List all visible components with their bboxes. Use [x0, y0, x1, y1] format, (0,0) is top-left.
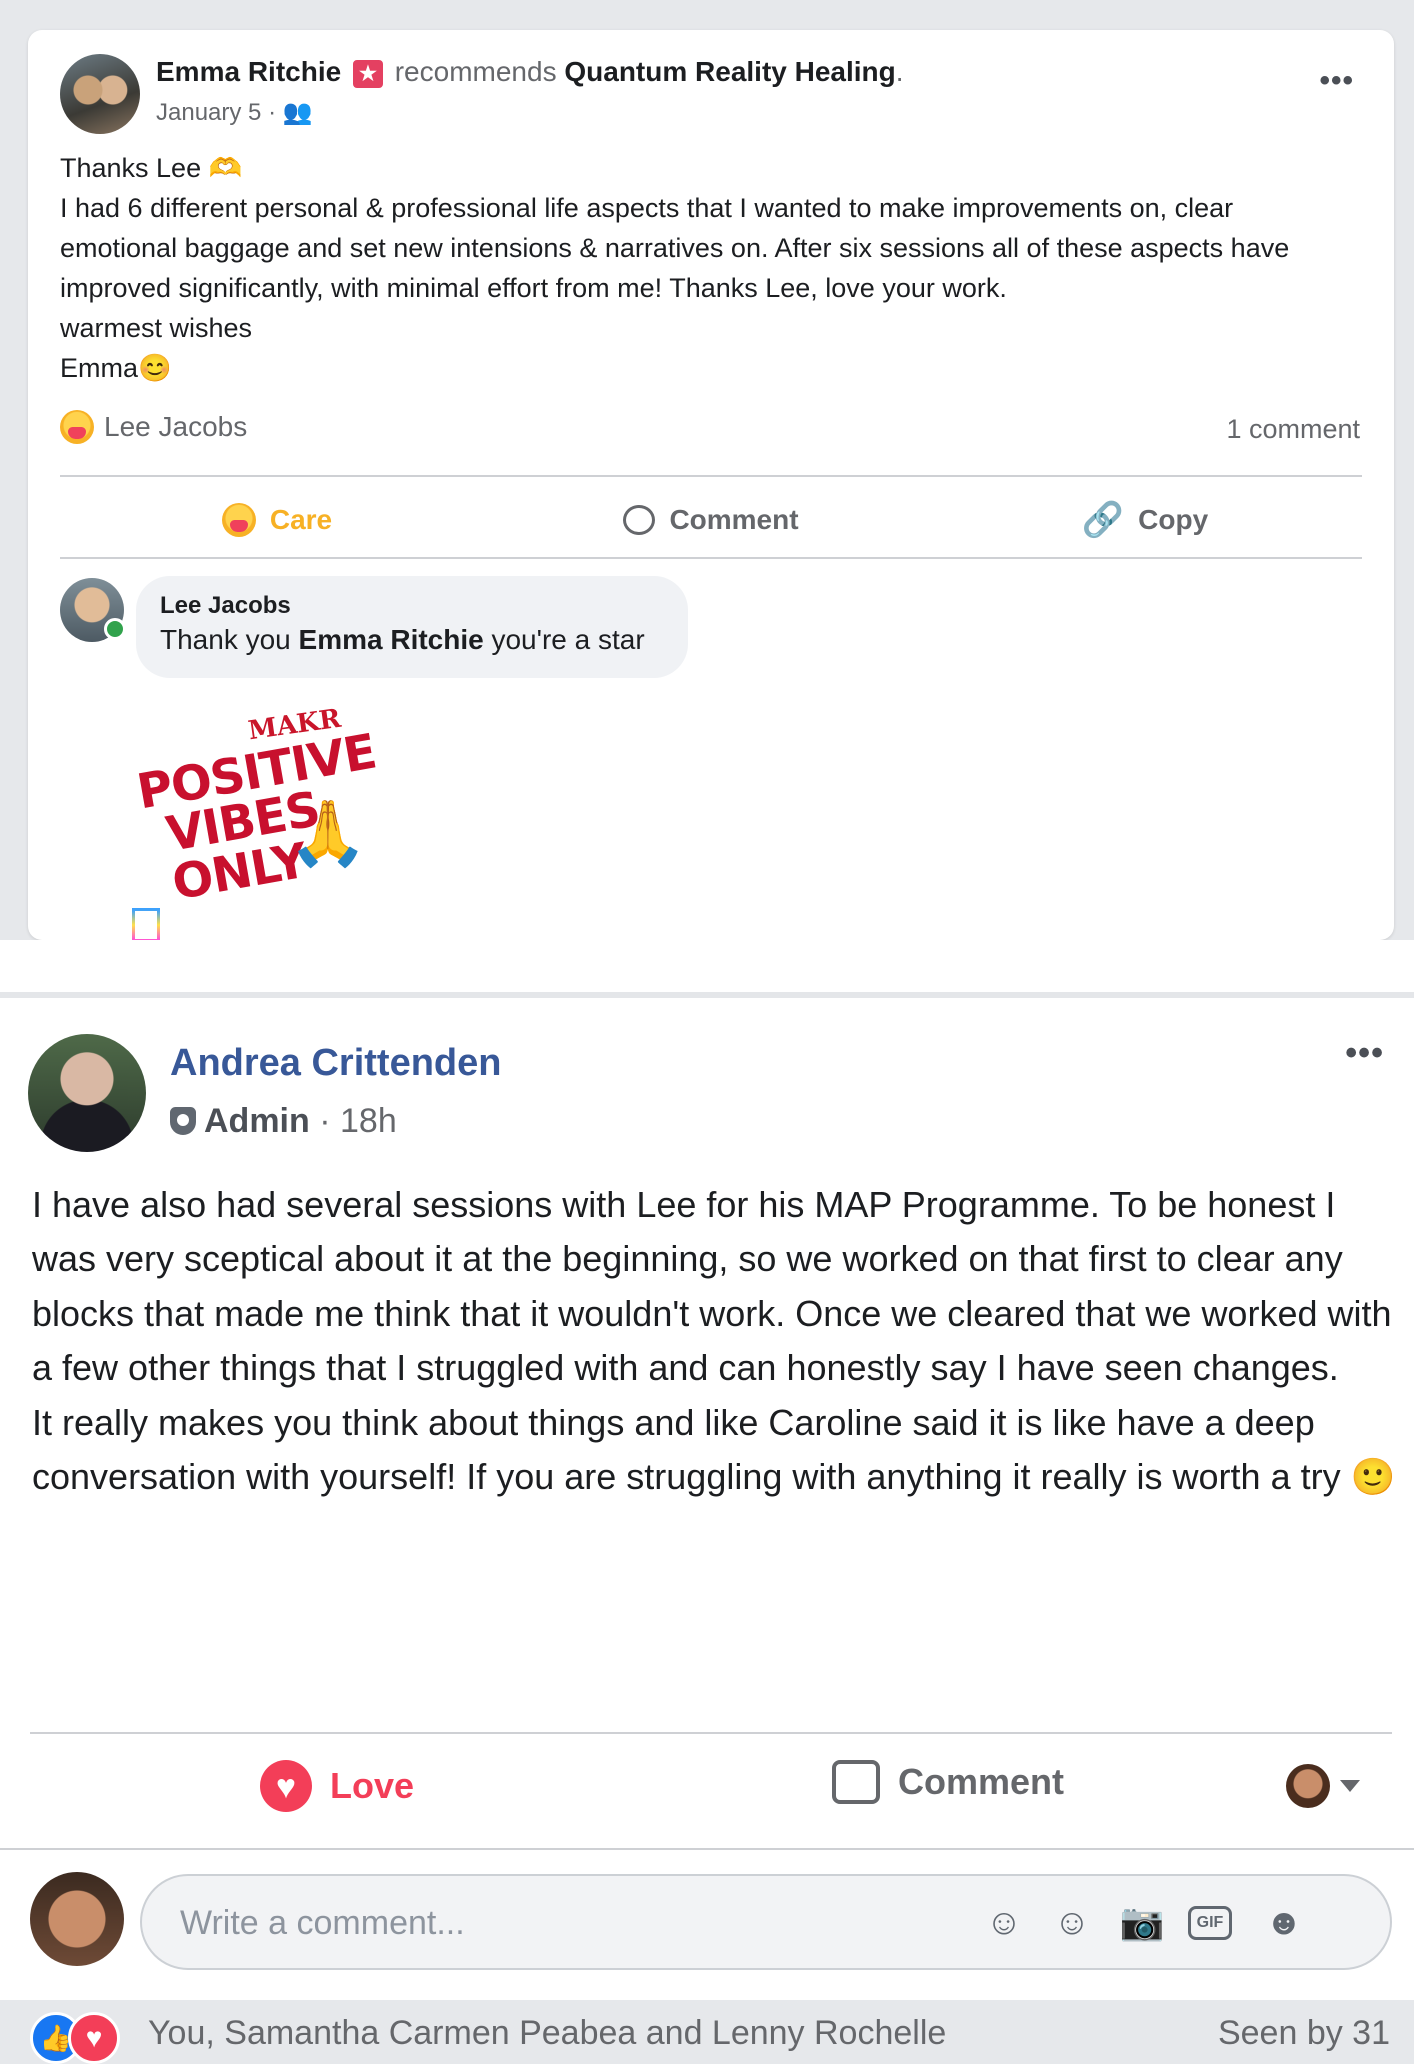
- post-text-line: Emma😊: [60, 353, 172, 383]
- post-text-line: Thanks Lee 🫶: [60, 153, 243, 183]
- reactor-name: Lee Jacobs: [104, 411, 248, 442]
- comment-text: Thank you Emma Ritchie you're a star: [160, 624, 645, 656]
- post-meta: Admin · 18h: [170, 1102, 397, 1141]
- online-status-icon: [104, 618, 126, 640]
- more-options-icon[interactable]: •••: [1345, 1034, 1384, 1073]
- comment-label: Comment: [898, 1761, 1065, 1802]
- heart-icon: ♥: [260, 1760, 312, 1812]
- post-text-line: I had 6 different personal & professiona…: [60, 193, 1290, 303]
- recommend-badge-icon: ★: [352, 59, 383, 88]
- comment-button[interactable]: Comment: [494, 490, 928, 550]
- comment-text-part: you're a star: [491, 624, 645, 655]
- author-name[interactable]: Andrea Crittenden: [170, 1042, 501, 1085]
- comment-icon: [832, 1760, 880, 1804]
- post-time[interactable]: · 18h: [319, 1102, 397, 1140]
- post-meta: January 5 · 👥: [156, 98, 313, 127]
- comment-text-part: Thank you: [160, 624, 291, 655]
- document-icon: [132, 908, 160, 942]
- post-text-line: warmest wishes: [60, 313, 253, 343]
- avatar[interactable]: [60, 54, 140, 134]
- love-button[interactable]: ♥ Love: [260, 1760, 414, 1812]
- positive-vibes-sticker: MAKR POSITIVE VIBES ONLY 🙏: [133, 704, 396, 912]
- seen-count[interactable]: Seen by 31: [1218, 2014, 1390, 2053]
- admin-shield-icon: [170, 1107, 196, 1135]
- love-label: Love: [330, 1765, 415, 1806]
- commenter-avatar[interactable]: [60, 578, 126, 642]
- admin-role: Admin: [204, 1102, 310, 1140]
- emoji-icon[interactable]: ☺: [1048, 1898, 1096, 1946]
- care-icon: [221, 503, 256, 537]
- comment-button[interactable]: Comment: [832, 1760, 1064, 1804]
- comment-count[interactable]: 1 comment: [1226, 414, 1360, 445]
- comment-icon: [623, 505, 656, 535]
- post-card-emma: Emma Ritchie ★ recommends Quantum Realit…: [28, 30, 1394, 942]
- sticker-icon[interactable]: ☻: [1260, 1898, 1308, 1946]
- care-reaction-icon: [60, 410, 94, 444]
- care-label: Care: [269, 504, 333, 535]
- more-options-icon[interactable]: •••: [1319, 64, 1354, 98]
- friends-icon: 👥: [282, 99, 313, 126]
- reaction-summary[interactable]: Lee Jacobs: [60, 410, 247, 444]
- comment-label: Comment: [669, 504, 799, 535]
- comment-bubble: Lee Jacobs Thank you Emma Ritchie you're…: [136, 576, 688, 678]
- current-user-avatar[interactable]: [30, 1872, 124, 1966]
- post-date[interactable]: January 5 ·: [156, 99, 276, 126]
- post-body: I have also had several sessions with Le…: [32, 1178, 1402, 1504]
- copy-button[interactable]: 🔗 Copy: [928, 490, 1362, 550]
- divider: [0, 1848, 1414, 1850]
- author-name[interactable]: Emma Ritchie: [156, 56, 341, 87]
- comment-input[interactable]: [178, 1898, 882, 1948]
- link-icon: 🔗: [1081, 501, 1125, 539]
- post-paragraph: It really makes you think about things a…: [32, 1401, 1396, 1498]
- avatar[interactable]: [28, 1034, 146, 1152]
- chevron-down-icon: [1340, 1780, 1360, 1792]
- page-name[interactable]: Quantum Reality Healing: [564, 56, 895, 87]
- reaction-identity-picker[interactable]: [1286, 1764, 1360, 1808]
- reactors-list[interactable]: You, Samantha Carmen Peabea and Lenny Ro…: [148, 2014, 946, 2053]
- avatar: [1286, 1764, 1330, 1808]
- recommends-label: recommends: [394, 56, 557, 87]
- gif-icon[interactable]: GIF: [1188, 1906, 1232, 1940]
- post-header: Emma Ritchie ★ recommends Quantum Realit…: [156, 56, 904, 88]
- post-paragraph: I have also had several sessions with Le…: [32, 1184, 1392, 1389]
- love-reaction-icon: ♥: [68, 2012, 120, 2064]
- comment-author[interactable]: Lee Jacobs: [160, 592, 291, 620]
- action-bar: Care Comment 🔗 Copy: [60, 490, 1362, 550]
- section-separator: [0, 940, 1414, 998]
- avatar-sticker-icon[interactable]: ☺: [980, 1898, 1028, 1946]
- praying-hands-icon: 🙏: [288, 797, 368, 869]
- divider: [30, 1732, 1392, 1734]
- care-button[interactable]: Care: [60, 490, 494, 550]
- divider: [60, 475, 1362, 477]
- divider: [60, 557, 1362, 559]
- copy-label: Copy: [1138, 504, 1209, 535]
- post-body: Thanks Lee 🫶 I had 6 different personal …: [60, 148, 1350, 388]
- camera-icon[interactable]: 📷: [1118, 1898, 1166, 1946]
- comment-mention[interactable]: Emma Ritchie: [299, 624, 484, 655]
- comment-composer[interactable]: ☺ ☺ 📷 GIF ☻: [140, 1874, 1392, 1970]
